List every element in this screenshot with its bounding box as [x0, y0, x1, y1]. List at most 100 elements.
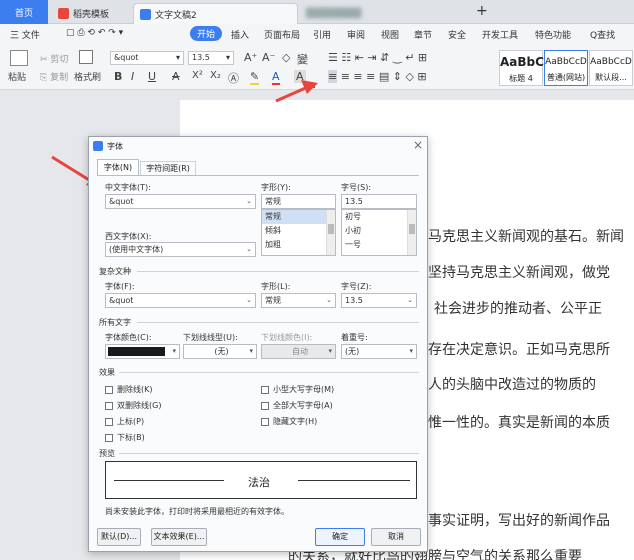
checkbox-label: 全部大写字母(A)	[273, 401, 333, 410]
checkbox-label: 小型大写字母(M)	[273, 385, 335, 394]
preview-text: 法治	[248, 476, 270, 489]
preview-line-left	[114, 480, 224, 481]
text-effects-button[interactable]: 文本效果(E)...	[151, 528, 207, 546]
checkbox-box[interactable]	[261, 385, 269, 394]
scrollbar-thumb[interactable]	[409, 224, 415, 234]
tab-character-spacing[interactable]: 字符间距(R)	[140, 161, 196, 176]
chevron-down-icon: ⌄	[407, 296, 413, 304]
effects-section-label: 效果	[99, 368, 115, 377]
style-option[interactable]: 加粗	[262, 238, 335, 252]
chevron-down-icon: ▾	[249, 347, 253, 355]
size-option[interactable]: 一号	[342, 238, 416, 252]
size-listbox[interactable]: 初号 小初 一号	[341, 209, 417, 256]
underline-style-select[interactable]: (无) ▾	[183, 344, 257, 359]
complex-section-label: 复杂文种	[99, 267, 131, 276]
style-input-value: 常规	[265, 197, 281, 206]
all-caps-checkbox[interactable]: 全部大写字母(A)	[261, 400, 333, 411]
checkbox-box[interactable]	[261, 401, 269, 410]
size-input[interactable]: 13.5	[341, 194, 417, 209]
complex-size-label: 字号(Z):	[341, 282, 372, 291]
checkbox-label: 上标(P)	[117, 417, 145, 426]
hidden-text-checkbox[interactable]: 隐藏文字(H)	[261, 416, 317, 427]
superscript-checkbox[interactable]: 上标(P)	[105, 416, 144, 427]
checkbox-box[interactable]	[105, 401, 113, 410]
size-input-value: 13.5	[345, 197, 363, 206]
emphasis-value: (无)	[345, 347, 360, 356]
double-strikethrough-checkbox[interactable]: 双删除线(G)	[105, 400, 161, 411]
size-scrollbar[interactable]	[407, 210, 416, 255]
checkbox-box[interactable]	[261, 417, 269, 426]
app-icon	[93, 141, 103, 151]
checkbox-box[interactable]	[105, 417, 113, 426]
checkbox-label: 隐藏文字(H)	[273, 417, 318, 426]
ok-button[interactable]: 确定	[315, 528, 365, 546]
section-divider	[137, 322, 419, 323]
checkbox-label: 双删除线(G)	[117, 401, 162, 410]
complex-size-select[interactable]: 13.5 ⌄	[341, 293, 417, 308]
all-text-section-label: 所有文字	[99, 318, 131, 327]
close-icon[interactable]: ×	[413, 138, 423, 152]
underline-color-value: 自动	[292, 347, 308, 356]
chinese-font-value: &quot	[109, 197, 134, 206]
style-label: 字形(Y):	[261, 183, 291, 192]
chevron-down-icon: ▾	[409, 347, 413, 355]
checkbox-box[interactable]	[105, 433, 113, 442]
chinese-font-select[interactable]: &quot ⌄	[105, 194, 256, 209]
complex-style-select[interactable]: 常规 ⌄	[261, 293, 336, 308]
checkbox-label: 下标(B)	[117, 433, 145, 442]
style-scrollbar[interactable]	[326, 210, 335, 255]
font-color-label: 字体颜色(C):	[105, 333, 152, 342]
size-label: 字号(S):	[341, 183, 372, 192]
font-not-installed-note: 尚未安装此字体，打印时将采用最相近的有效字体。	[105, 507, 289, 516]
western-font-select[interactable]: (使用中文字体) ⌄	[105, 242, 256, 257]
chevron-down-icon: ⌄	[326, 296, 332, 304]
arrowhead-icon	[301, 80, 318, 94]
style-listbox[interactable]: 常规 倾斜 加粗	[261, 209, 336, 256]
section-divider	[119, 453, 419, 454]
small-caps-checkbox[interactable]: 小型大写字母(M)	[261, 384, 334, 395]
strikethrough-checkbox[interactable]: 删除线(K)	[105, 384, 153, 395]
section-divider	[137, 271, 419, 272]
size-option[interactable]: 小初	[342, 224, 416, 238]
tab-font-label: 字体(N)	[103, 163, 133, 172]
complex-style-label: 字形(L):	[261, 282, 291, 291]
chevron-down-icon: ▾	[172, 347, 176, 355]
style-input[interactable]: 常规	[261, 194, 336, 209]
chevron-down-icon: ⌄	[246, 197, 252, 205]
font-color-swatch	[108, 347, 165, 356]
cancel-button[interactable]: 取消	[371, 528, 421, 546]
scrollbar-thumb[interactable]	[328, 224, 334, 234]
underline-color-label: 下划线颜色(I):	[261, 333, 313, 342]
complex-font-value: &quot	[109, 296, 134, 305]
underline-style-value: (无)	[214, 347, 229, 356]
size-option[interactable]: 初号	[342, 210, 416, 224]
preview-line-right	[298, 480, 410, 481]
complex-font-select[interactable]: &quot ⌄	[105, 293, 256, 308]
checkbox-label: 删除线(K)	[117, 385, 153, 394]
style-option[interactable]: 常规	[262, 210, 335, 224]
emphasis-select[interactable]: (无) ▾	[341, 344, 417, 359]
western-font-value: (使用中文字体)	[109, 245, 164, 254]
default-button[interactable]: 默认(D)...	[97, 528, 141, 546]
complex-style-value: 常规	[265, 296, 281, 305]
preview-section-label: 预览	[99, 449, 115, 458]
section-divider	[119, 372, 419, 373]
dialog-title: 字体	[107, 142, 123, 151]
checkbox-box[interactable]	[105, 385, 113, 394]
preview-box: 法治	[105, 461, 417, 499]
chinese-font-label: 中文字体(T):	[105, 183, 151, 192]
tab-font[interactable]: 字体(N)	[97, 159, 139, 176]
font-dialog: 字体 × 字体(N) 字符间距(R) 中文字体(T): &quot ⌄ 字形(Y)…	[88, 136, 428, 552]
dialog-titlebar[interactable]: 字体 ×	[89, 137, 427, 155]
western-font-label: 西文字体(X):	[105, 232, 152, 241]
complex-size-value: 13.5	[345, 296, 363, 305]
tab-divider	[97, 175, 419, 176]
emphasis-label: 着重号:	[341, 333, 368, 342]
font-color-picker[interactable]: ▾	[105, 344, 180, 359]
chevron-down-icon: ▾	[328, 347, 332, 355]
underline-style-label: 下划线线型(U):	[183, 333, 238, 342]
complex-font-label: 字体(F):	[105, 282, 135, 291]
chevron-down-icon: ⌄	[246, 296, 252, 304]
subscript-checkbox[interactable]: 下标(B)	[105, 432, 145, 443]
style-option[interactable]: 倾斜	[262, 224, 335, 238]
